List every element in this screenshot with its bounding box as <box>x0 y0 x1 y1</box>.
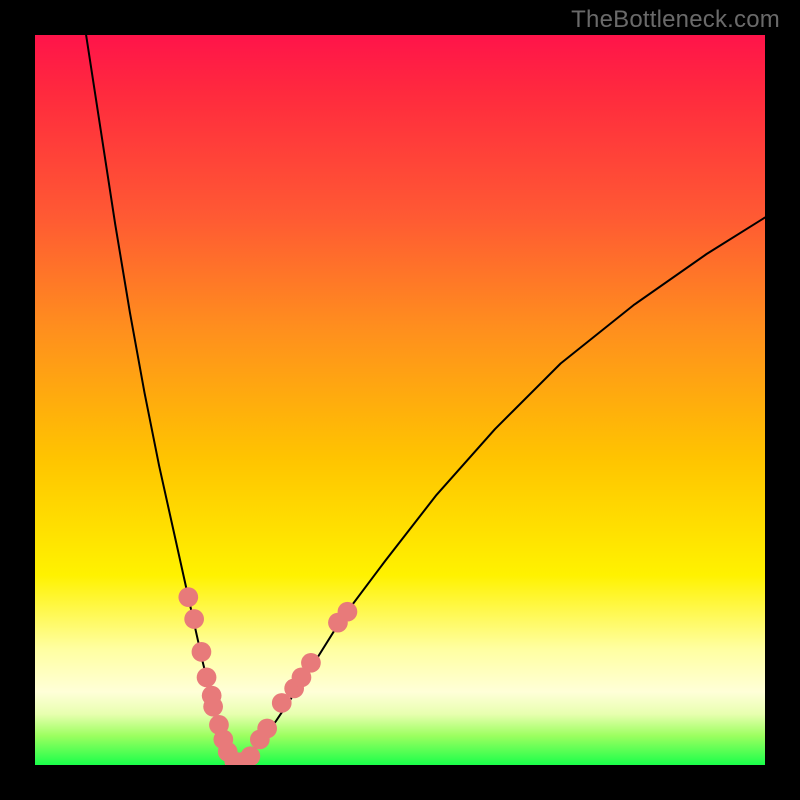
sample-marker <box>178 587 198 607</box>
sample-marker <box>257 719 277 739</box>
plot-area <box>35 35 765 765</box>
watermark-text: TheBottleneck.com <box>571 6 780 34</box>
curve-left-branch <box>86 35 239 765</box>
curve-right-branch <box>239 218 765 766</box>
sample-marker <box>192 642 212 662</box>
sample-marker <box>203 697 223 717</box>
sample-marker <box>301 653 321 673</box>
curve-paths <box>86 35 765 765</box>
chart-frame: TheBottleneck.com <box>0 0 800 800</box>
sample-marker <box>197 668 217 688</box>
sample-marker <box>240 746 260 765</box>
sample-markers <box>178 587 357 765</box>
sample-marker <box>184 609 204 629</box>
sample-marker <box>338 602 358 622</box>
bottleneck-curve <box>35 35 765 765</box>
